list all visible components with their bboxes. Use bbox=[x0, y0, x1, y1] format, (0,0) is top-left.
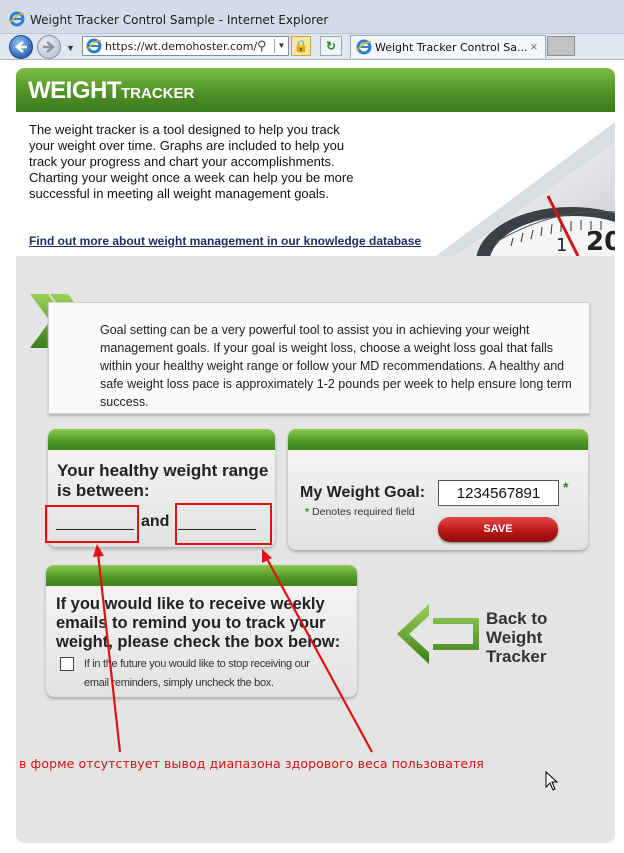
annotation-text: в форме отсутствует вывод диапазона здор… bbox=[19, 756, 484, 771]
annotation-arrow-low bbox=[96, 552, 122, 753]
annotation-arrow-high bbox=[265, 556, 373, 753]
annotation-arrows bbox=[93, 544, 373, 753]
annotation-arrowhead-low bbox=[93, 544, 104, 557]
mouse-cursor-icon bbox=[545, 771, 559, 791]
